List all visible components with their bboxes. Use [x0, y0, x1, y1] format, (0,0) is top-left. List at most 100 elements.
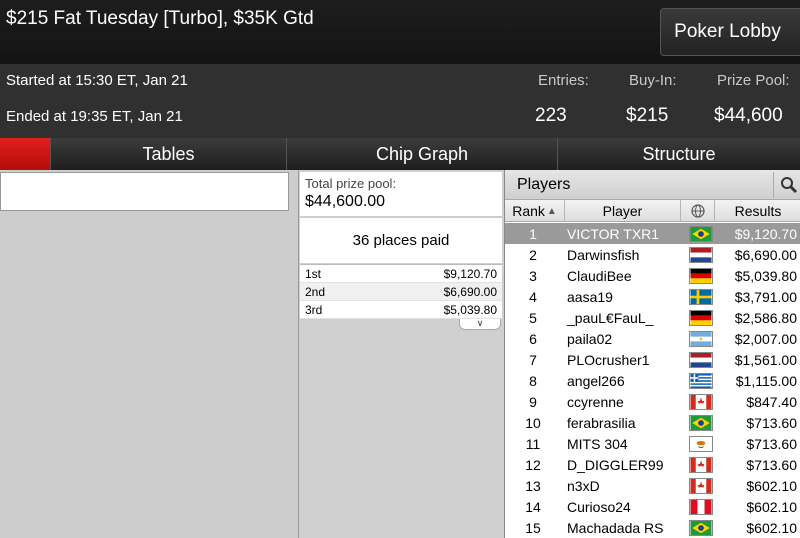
player-result: $602.10 — [746, 519, 797, 536]
end-time: Ended at 19:35 ET, Jan 21 — [6, 108, 183, 125]
player-result: $9,120.70 — [734, 225, 797, 242]
greece-flag-icon — [681, 372, 721, 389]
brazil-flag-icon — [681, 519, 721, 536]
sort-asc-icon: ▲ — [546, 205, 557, 217]
total-prize-pool-label: Total prize pool: — [305, 176, 397, 191]
player-rank: 13 — [525, 477, 541, 494]
left-panel — [0, 170, 298, 538]
player-result: $713.60 — [746, 414, 797, 431]
tournament-title: $215 Fat Tuesday [Turbo], $35K Gtd — [6, 8, 314, 29]
player-rank: 9 — [529, 393, 537, 410]
players-table-body: 1 VICTOR TXR1 $9,120.70 2 Darwinsfish $6,690.… — [505, 223, 800, 538]
player-result: $713.60 — [746, 456, 797, 473]
entries-value: 223 — [535, 105, 567, 126]
table-row[interactable]: 15 Machadada RS $602.10 — [505, 517, 800, 538]
results-column-header[interactable]: Results — [715, 200, 800, 222]
table-row[interactable]: 4 aasa19 $3,791.00 — [505, 286, 800, 307]
player-result: $602.10 — [746, 477, 797, 494]
player-column-header[interactable]: Player — [565, 200, 681, 222]
tab-structure[interactable]: Structure — [557, 138, 800, 170]
netherlands-flag-icon — [681, 351, 721, 368]
payout-amount: $6,690.00 — [443, 284, 497, 299]
player-rank: 12 — [525, 456, 541, 473]
magnifier-icon[interactable] — [773, 172, 800, 198]
tab-tables[interactable]: Tables — [50, 138, 286, 170]
player-name: paila02 — [567, 330, 613, 347]
player-result: $2,586.80 — [734, 309, 797, 326]
argentina-flag-icon — [681, 330, 721, 347]
globe-icon[interactable] — [681, 200, 715, 222]
player-rank: 3 — [529, 267, 537, 284]
start-time: Started at 15:30 ET, Jan 21 — [6, 72, 188, 89]
table-row[interactable]: 13 n3xD $602.10 — [505, 475, 800, 496]
player-name: ClaudiBee — [567, 267, 632, 284]
prize-panel: Total prize pool: $44,600.00 36 places p… — [298, 170, 504, 538]
table-row[interactable]: 1 VICTOR TXR1 $9,120.70 — [505, 223, 800, 244]
prizepool-label: Prize Pool: — [717, 72, 790, 89]
payout-row: 1st $9,120.70 — [300, 265, 502, 283]
brazil-flag-icon — [681, 414, 721, 431]
table-row[interactable]: 9 ccyrenne $847.40 — [505, 391, 800, 412]
player-rank: 14 — [525, 498, 541, 515]
payout-place: 2nd — [305, 284, 326, 299]
players-header: Players — [505, 170, 800, 200]
canada-flag-icon — [681, 477, 721, 494]
table-row[interactable]: 12 D_DIGGLER99 $713.60 — [505, 454, 800, 475]
player-name: n3xD — [567, 477, 600, 494]
canada-flag-icon — [681, 456, 721, 473]
payout-place: 1st — [305, 266, 322, 281]
table-row[interactable]: 10 ferabrasilia $713.60 — [505, 412, 800, 433]
table-row[interactable]: 11 MITS 304 $713.60 — [505, 433, 800, 454]
cyprus-flag-icon — [681, 435, 721, 452]
total-prize-pool-value: $44,600.00 — [305, 193, 386, 210]
player-rank: 11 — [525, 435, 541, 452]
canada-flag-icon — [681, 393, 721, 410]
table-row[interactable]: 6 paila02 $2,007.00 — [505, 328, 800, 349]
player-rank: 8 — [529, 372, 537, 389]
player-rank: 15 — [525, 519, 541, 536]
player-result: $713.60 — [746, 435, 797, 452]
players-column-header: Rank ▲ Player Results — [505, 200, 800, 222]
player-name: _pauL€FauL_ — [567, 309, 654, 326]
player-result: $6,690.00 — [734, 246, 797, 263]
search-field[interactable] — [0, 172, 289, 211]
payout-list: 1st $9,120.70 2nd $6,690.00 3rd $5,039.8… — [300, 264, 502, 319]
table-row[interactable]: 5 _pauL€FauL_ $2,586.80 — [505, 307, 800, 328]
player-rank: 4 — [529, 288, 537, 305]
payout-row: 3rd $5,039.80 — [300, 301, 502, 319]
brazil-flag-icon — [681, 225, 721, 242]
double-chevron-down-icon[interactable]: ∨ — [459, 319, 501, 330]
player-result: $3,791.00 — [734, 288, 797, 305]
player-name: ferabrasilia — [567, 414, 636, 431]
table-row[interactable]: 2 Darwinsfish $6,690.00 — [505, 244, 800, 265]
tab-active[interactable] — [0, 138, 50, 170]
table-row[interactable]: 7 PLOcrusher1 $1,561.00 — [505, 349, 800, 370]
poker-lobby-button[interactable]: Poker Lobby — [660, 8, 800, 56]
tab-bar: Tables Chip Graph Structure — [0, 138, 800, 170]
payout-amount: $9,120.70 — [443, 266, 497, 281]
prizepool-value: $44,600 — [714, 105, 783, 126]
rank-column-header[interactable]: Rank ▲ — [505, 200, 565, 222]
prize-pool-box: Total prize pool: $44,600.00 — [300, 172, 502, 216]
rank-header-label: Rank — [512, 203, 545, 219]
tab-chip-graph[interactable]: Chip Graph — [286, 138, 557, 170]
player-result: $2,007.00 — [734, 330, 797, 347]
player-result: $1,561.00 — [734, 351, 797, 368]
payout-row: 2nd $6,690.00 — [300, 283, 502, 301]
netherlands-flag-icon — [681, 246, 721, 263]
player-rank: 10 — [525, 414, 541, 431]
germany-flag-icon — [681, 267, 721, 284]
entries-label: Entries: — [538, 72, 589, 89]
tournament-info: Started at 15:30 ET, Jan 21 Ended at 19:… — [0, 64, 800, 138]
table-row[interactable]: 3 ClaudiBee $5,039.80 — [505, 265, 800, 286]
player-result: $5,039.80 — [734, 267, 797, 284]
player-rank: 7 — [529, 351, 537, 368]
table-row[interactable]: 8 angel266 $1,115.00 — [505, 370, 800, 391]
germany-flag-icon — [681, 309, 721, 326]
header-bar: $215 Fat Tuesday [Turbo], $35K Gtd Poker… — [0, 0, 800, 64]
player-rank: 2 — [529, 246, 537, 263]
players-title: Players — [517, 176, 571, 193]
player-name: D_DIGGLER99 — [567, 456, 664, 473]
table-row[interactable]: 14 Curioso24 $602.10 — [505, 496, 800, 517]
sweden-flag-icon — [681, 288, 721, 305]
